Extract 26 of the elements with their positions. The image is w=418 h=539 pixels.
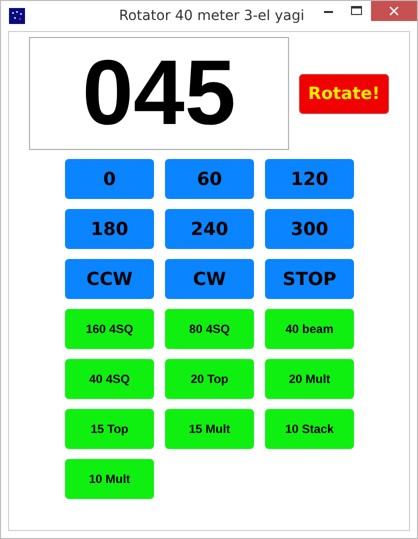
app-icon: [9, 8, 25, 24]
rotate-button[interactable]: Rotate!: [299, 74, 389, 114]
preset-button[interactable]: 40 beam: [265, 309, 354, 349]
heading-button[interactable]: CW: [165, 259, 254, 299]
heading-button[interactable]: 180: [65, 209, 154, 249]
preset-button[interactable]: 40 4SQ: [65, 359, 154, 399]
preset-button[interactable]: 10 Stack: [265, 409, 354, 449]
heading-button[interactable]: 240: [165, 209, 254, 249]
window-title: Rotator 40 meter 3-el yagi: [119, 8, 304, 24]
heading-button[interactable]: 120: [265, 159, 354, 199]
heading-button[interactable]: STOP: [265, 259, 354, 299]
close-button[interactable]: [371, 1, 417, 21]
heading-display: 045: [29, 37, 289, 150]
heading-button[interactable]: 60: [165, 159, 254, 199]
heading-button[interactable]: 300: [265, 209, 354, 249]
preset-button[interactable]: 20 Mult: [265, 359, 354, 399]
preset-button[interactable]: 160 4SQ: [65, 309, 154, 349]
maximize-icon: [351, 6, 363, 16]
preset-button[interactable]: 80 4SQ: [165, 309, 254, 349]
preset-button[interactable]: 15 Top: [65, 409, 154, 449]
preset-button[interactable]: 20 Top: [165, 359, 254, 399]
preset-button[interactable]: 15 Mult: [165, 409, 254, 449]
heading-button[interactable]: CCW: [65, 259, 154, 299]
heading-button[interactable]: 0: [65, 159, 154, 199]
preset-button[interactable]: 10 Mult: [65, 459, 154, 499]
close-icon: [389, 6, 399, 16]
